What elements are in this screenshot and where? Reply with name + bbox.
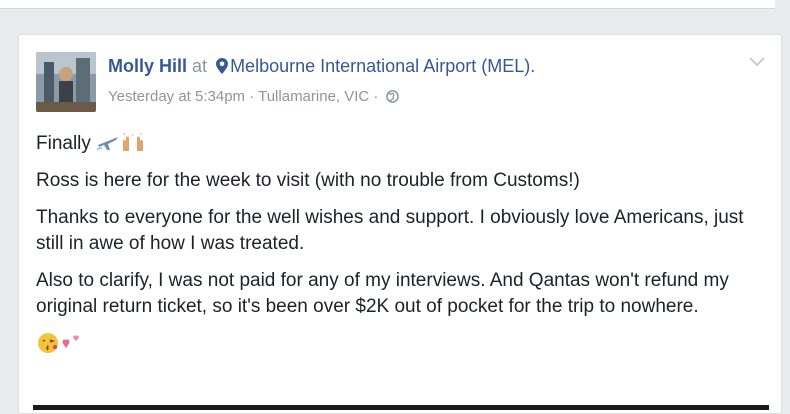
chevron-down-icon[interactable] [749,57,765,67]
post-line-ross: Ross is here for the week to visit (with… [36,170,580,191]
post-line-emojis [36,331,766,359]
post-body: Finally Ross is here for the week to vis… [36,131,766,370]
post-meta: Yesterday at 5:34pm · Tullamarine, VIC · [108,88,399,105]
avatar[interactable] [36,52,96,112]
meta-separator: · [245,88,259,105]
post-line-clarify: Also to clarify, I was not paid for any … [36,270,729,317]
location-link[interactable]: Melbourne International Airport (MEL). [230,56,535,76]
previous-post-edge [0,0,775,9]
two-hearts-emoji [62,335,79,348]
post-card: Molly Hill at Melbourne International Ai… [18,34,782,414]
finally-text: Finally [36,133,91,154]
map-pin-icon [216,58,229,74]
media-preview-edge [33,405,769,410]
place-link[interactable]: Tullamarine, VIC [258,88,369,105]
raised-hands-emoji [123,133,144,151]
post-timestamp[interactable]: Yesterday at 5:34pm [108,88,245,105]
airplane-emoji [97,137,119,150]
at-label: at [192,56,208,76]
author-name[interactable]: Molly Hill [108,56,187,76]
post-header: Molly Hill at Melbourne International Ai… [108,56,535,77]
post-line-thanks: Thanks to everyone for the well wishes a… [36,207,744,254]
meta-separator-2: · [369,88,383,105]
kissing-face-emoji [38,333,58,353]
globe-icon[interactable] [385,90,399,103]
post-line-finally: Finally [36,131,766,157]
